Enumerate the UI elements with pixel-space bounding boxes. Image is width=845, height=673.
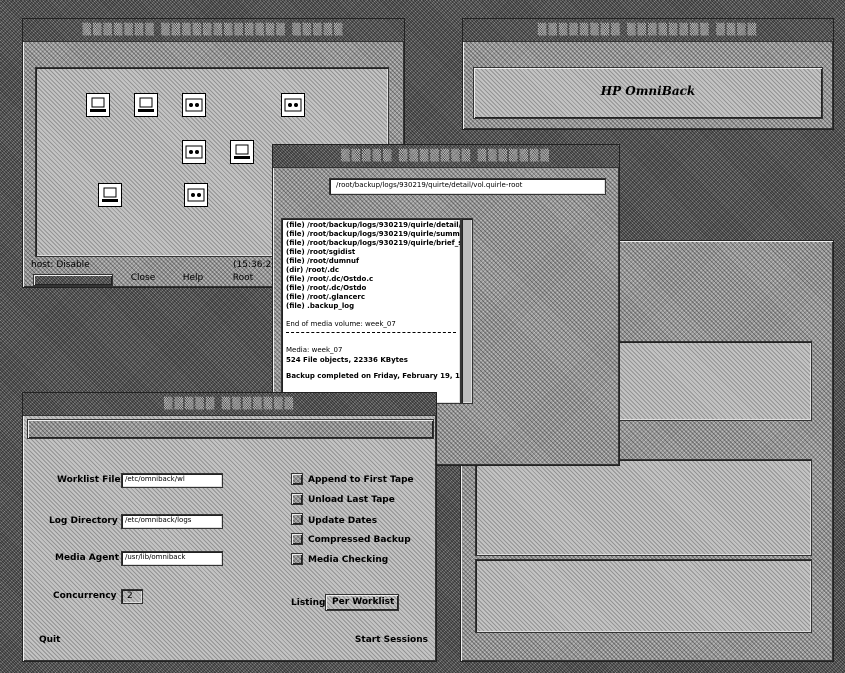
option-compressed-backup[interactable]: Compressed Backup [308,535,411,545]
log-directory-value: /etc/omniback/logs [125,516,192,524]
omniback-title: HP OmniBack [600,84,696,98]
host-icon[interactable] [230,140,254,164]
log-line[interactable]: Backup completed on Friday, February 19,… [286,372,460,380]
omniback-window: ▒▒▒▒▒▒▒▒ ▒▒▒▒▒▒▒▒ ▒▒▒▒ HP OmniBack [462,18,834,130]
divider [286,332,456,333]
log-line[interactable]: (file) /root/dumnuf [286,257,359,265]
worklist-file-value: /etc/omniback/wl [125,475,185,483]
option-append-first-tape[interactable]: Append to First Tape [308,475,414,485]
tape-drive-icon[interactable] [184,183,208,207]
backup-log-titlebar: ▒▒▒▒▒ ▒▒▒▒▒▒▒ ▒▒▒▒▒▒▒ [273,145,619,168]
worklist-file-label: Worklist File [57,475,121,485]
devices-btn-placeholder[interactable] [33,274,113,286]
log-line[interactable]: Media: week_07 [286,346,342,354]
quit-button[interactable]: Quit [39,631,69,649]
listing-label: Listing [291,598,326,608]
log-line[interactable]: (file) /root/.glancerc [286,293,365,301]
concurrency-field[interactable]: 2 [121,589,143,604]
root-button[interactable]: Root [223,269,263,287]
option-toggle[interactable] [291,473,303,485]
option-media-checking[interactable]: Media Checking [308,555,388,565]
host-icon[interactable] [86,93,110,117]
tape-drive-icon[interactable] [182,140,206,164]
help-button[interactable]: Help [173,269,213,287]
monitor-footer [475,559,812,633]
listing-menu[interactable]: Per Worklist [325,594,399,611]
start-sessions-button[interactable]: Start Sessions [343,631,428,649]
start-sessions-titlebar: ▒▒▒▒▒ ▒▒▒▒▒▒▒ [23,393,436,416]
monitor-log-area [475,459,812,556]
log-list[interactable]: (file) /root/backup/logs/930219/quirle/d… [281,218,461,404]
log-directory-field[interactable]: /etc/omniback/logs [121,514,223,529]
tape-drive-icon[interactable] [281,93,305,117]
omniback-titlebar: ▒▒▒▒▒▒▒▒ ▒▒▒▒▒▒▒▒ ▒▒▒▒ [463,19,833,42]
log-line[interactable]: 524 File objects, 22336 KBytes [286,356,408,364]
log-line[interactable]: (file) /root/backup/logs/930219/quirle/b… [286,239,460,247]
option-unload-last-tape[interactable]: Unload Last Tape [308,495,395,505]
log-scrollbar[interactable] [461,218,473,404]
path-field[interactable]: /root/backup/logs/930219/quirte/detail/v… [329,178,606,195]
host-icon[interactable] [134,93,158,117]
concurrency-value: 2 [127,591,133,601]
media-agent-field[interactable]: /usr/lib/omniback [121,551,223,566]
media-agent-label: Media Agent [55,553,120,563]
log-line[interactable]: (file) /root/backup/logs/930219/quirle/s… [286,230,460,238]
log-line[interactable]: (file) /root/backup/logs/930219/quirle/d… [286,221,460,229]
worklist-file-field[interactable]: /etc/omniback/wl [121,473,223,488]
log-directory-label: Log Directory [49,516,118,526]
log-line[interactable]: (file) /root/.dc/Ostdo.c [286,275,373,283]
host-icon[interactable] [98,183,122,207]
media-agent-value: /usr/lib/omniback [125,553,186,561]
status-left: host: Disable [31,260,90,270]
log-line[interactable]: (file) /root/.dc/Ostdo [286,284,366,292]
log-line[interactable]: (file) .backup_log [286,302,354,310]
option-update-dates[interactable]: Update Dates [308,516,377,526]
option-toggle[interactable] [291,533,303,545]
start-sessions-window: ▒▒▒▒▒ ▒▒▒▒▒▒▒ Worklist File /etc/omnibac… [22,392,437,662]
listing-menu-value: Per Worklist [332,597,395,607]
option-toggle[interactable] [291,493,303,505]
omniback-banner: HP OmniBack [473,67,823,119]
log-line[interactable]: End of media volume: week_07 [286,320,396,328]
devices-titlebar: ▒▒▒▒▒▒▒ ▒▒▒▒▒▒▒▒▒▒▒▒ ▒▒▒▒▒ [23,19,404,42]
log-line[interactable]: (dir) /root/.dc [286,266,339,274]
option-toggle[interactable] [291,553,303,565]
tape-drive-icon[interactable] [182,93,206,117]
concurrency-label: Concurrency [53,591,117,601]
log-line[interactable]: (file) /root/sgidist [286,248,355,256]
option-toggle[interactable] [291,513,303,525]
path-field-value: /root/backup/logs/930219/quirte/detail/v… [336,181,523,189]
close-button[interactable]: Close [123,269,163,287]
menu-strip [27,419,434,439]
